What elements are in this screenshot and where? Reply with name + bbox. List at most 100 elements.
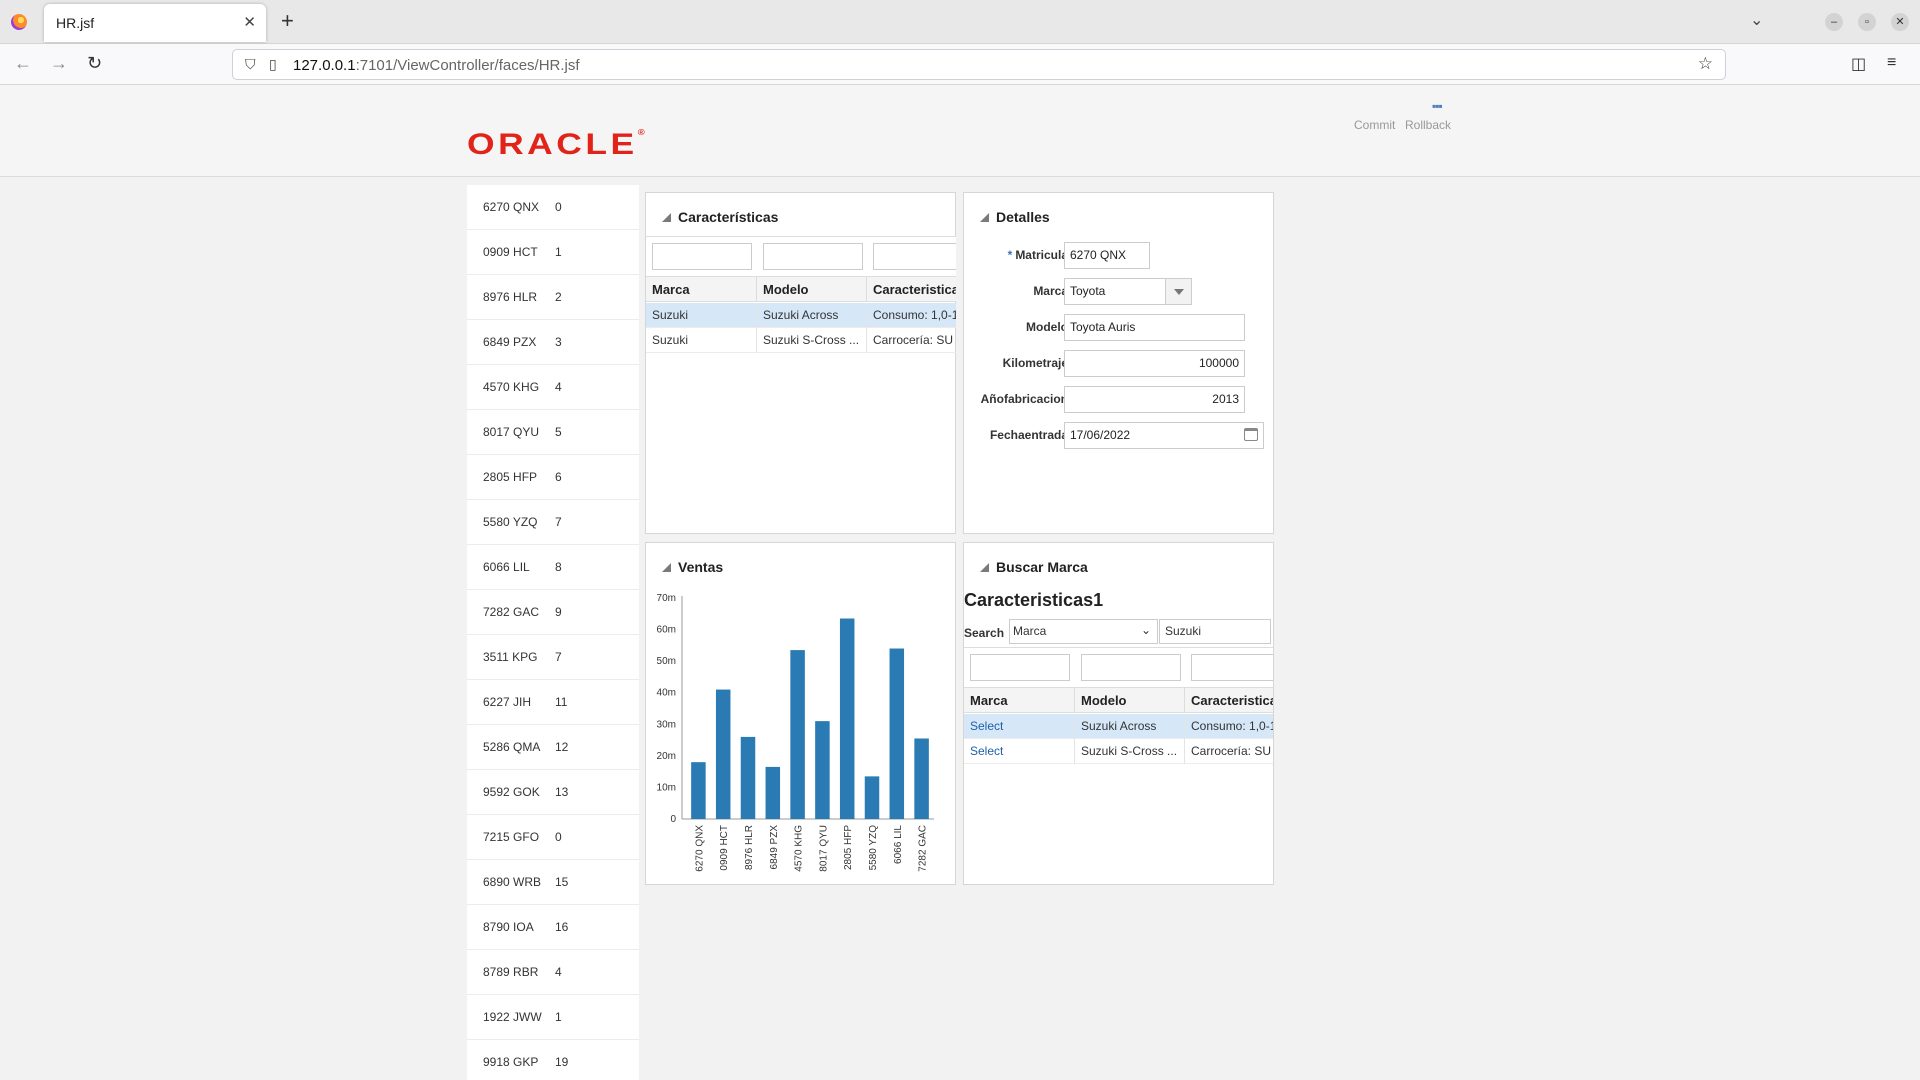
list-item-matricula: 7282 GAC	[483, 605, 540, 619]
cell-modelo: Suzuki S-Cross ...	[757, 328, 867, 353]
list-item[interactable]: 8976 HLR 2	[467, 275, 639, 320]
list-item[interactable]: 9918 GKP 19	[467, 1040, 639, 1080]
back-icon[interactable]: ←	[14, 53, 32, 74]
matricula-input[interactable]: 6270 QNX	[1064, 242, 1150, 269]
url-text[interactable]: 127.0.0.1:7101/ViewController/faces/HR.j…	[293, 57, 580, 74]
filter-marca-input[interactable]	[652, 243, 752, 270]
filter-modelo-input[interactable]	[763, 243, 863, 270]
tab-close-icon[interactable]: ✕	[243, 13, 256, 31]
list-item[interactable]: 8789 RBR 4	[467, 950, 639, 995]
list-item[interactable]: 5286 QMA 12	[467, 725, 639, 770]
page-info-icon[interactable]: ▯	[269, 56, 277, 73]
caracteristicas-title[interactable]: Características	[662, 209, 778, 225]
pocket-icon[interactable]: ◫	[1851, 54, 1866, 74]
list-item[interactable]: 3511 KPG 7	[467, 635, 639, 680]
column-header-caracteristica[interactable]: Caracteristica	[867, 277, 956, 302]
bar[interactable]	[889, 648, 905, 819]
table-row[interactable]: Suzuki Suzuki Across Consumo: 1,0-1	[646, 303, 956, 328]
ventas-panel: Ventas 0 10m 20m 30m 40m 50m 60m 70m 6270 QNX 090…	[645, 542, 956, 885]
select-link[interactable]: Select	[964, 739, 1075, 764]
table-row[interactable]: Select Suzuki Across Consumo: 1,0-1	[964, 714, 1273, 739]
bar[interactable]	[691, 762, 706, 819]
list-item[interactable]: 8790 IOA 16	[467, 905, 639, 950]
table-row[interactable]: Select Suzuki S-Cross ... Carrocería: SU	[964, 739, 1273, 764]
detalles-title[interactable]: Detalles	[980, 209, 1050, 225]
list-item[interactable]: 0909 HCT 1	[467, 230, 639, 275]
filter-caracteristica-input[interactable]	[873, 243, 956, 270]
calendar-icon[interactable]	[1244, 428, 1258, 441]
close-window-icon[interactable]: ✕	[1891, 13, 1909, 31]
restore-icon[interactable]: ▫	[1858, 13, 1876, 31]
y-tick-label: 40m	[657, 688, 676, 699]
column-header-modelo[interactable]: Modelo	[757, 277, 867, 302]
reload-icon[interactable]: ↻	[87, 53, 102, 74]
bar[interactable]	[914, 738, 929, 819]
anio-fabricacion-input[interactable]: 2013	[1064, 386, 1245, 413]
browser-tab[interactable]: HR.jsf ✕	[44, 4, 266, 42]
column-header-modelo[interactable]: Modelo	[1075, 688, 1185, 713]
bar[interactable]	[839, 618, 855, 819]
rollback-button[interactable]: Rollback	[1405, 118, 1451, 132]
list-item[interactable]: 7282 GAC 9	[467, 590, 639, 635]
cell-marca: Suzuki	[646, 328, 757, 353]
bar[interactable]	[715, 689, 731, 819]
list-item-matricula: 7215 GFO	[483, 830, 540, 844]
search-input[interactable]: Suzuki	[1159, 619, 1271, 644]
bookmark-star-icon[interactable]: ☆	[1698, 54, 1713, 74]
list-item[interactable]: 6066 LIL 8	[467, 545, 639, 590]
bar[interactable]	[815, 721, 830, 819]
list-item[interactable]: 5580 YZQ 7	[467, 500, 639, 545]
filter-modelo-input[interactable]	[1081, 654, 1181, 681]
more-options-icon[interactable]: ▪▪▪	[1432, 99, 1443, 113]
commit-button[interactable]: Commit	[1354, 118, 1395, 132]
list-item[interactable]: 6849 PZX 3	[467, 320, 639, 365]
collapse-triangle-icon[interactable]	[980, 563, 989, 572]
fecha-entrada-input[interactable]: 17/06/2022	[1064, 422, 1264, 449]
bar[interactable]	[765, 766, 781, 819]
menu-icon[interactable]: ≡	[1887, 54, 1896, 72]
minimize-icon[interactable]: –	[1825, 13, 1843, 31]
buscar-marca-title[interactable]: Buscar Marca	[980, 559, 1088, 575]
modelo-label: Modelo	[1026, 320, 1068, 334]
anio-fabricacion-label: Añofabricacion	[980, 392, 1068, 406]
matricula-label: * Matricula	[1007, 248, 1068, 262]
y-tick-label: 20m	[657, 751, 676, 762]
list-item[interactable]: 4570 KHG 4	[467, 365, 639, 410]
new-tab-icon[interactable]: +	[281, 8, 294, 34]
marca-select[interactable]: Toyota	[1064, 278, 1192, 305]
bar[interactable]	[740, 736, 756, 819]
list-item[interactable]: 8017 QYU 5	[467, 410, 639, 455]
kilometraje-input[interactable]: 100000	[1064, 350, 1245, 377]
column-header-marca[interactable]: Marca	[964, 688, 1075, 713]
list-item[interactable]: 6227 JIH 11	[467, 680, 639, 725]
select-link[interactable]: Select	[964, 714, 1075, 739]
column-header-marca[interactable]: Marca	[646, 277, 757, 302]
table-row[interactable]: Suzuki Suzuki S-Cross ... Carrocería: SU	[646, 328, 956, 353]
forward-icon[interactable]: →	[50, 53, 68, 74]
filter-marca-input[interactable]	[970, 654, 1070, 681]
url-bar[interactable]: ⛉ ▯ 127.0.0.1:7101/ViewController/faces/…	[232, 49, 1726, 80]
list-item[interactable]: 7215 GFO 0	[467, 815, 639, 860]
shield-icon[interactable]: ⛉	[245, 56, 256, 73]
x-tick-label: 5580 YZQ	[868, 825, 879, 871]
caracteristicas1-heading: Caracteristicas1	[964, 590, 1104, 610]
chevron-down-icon[interactable]: ⌄	[1141, 619, 1151, 642]
tab-list-chevron-icon[interactable]: ⌄	[1750, 10, 1763, 30]
list-item[interactable]: 6890 WRB 15	[467, 860, 639, 905]
list-item[interactable]: 2805 HFP 6	[467, 455, 639, 500]
list-item[interactable]: 6270 QNX 0	[467, 185, 639, 230]
dropdown-arrow-icon[interactable]	[1165, 279, 1191, 304]
search-field-select[interactable]: Marca ⌄	[1009, 619, 1158, 644]
list-item[interactable]: 9592 GOK 13	[467, 770, 639, 815]
bar[interactable]	[864, 776, 880, 819]
bar[interactable]	[790, 650, 805, 819]
x-tick-label: 8976 HLR	[744, 825, 755, 870]
list-item[interactable]: 1922 JWW 1	[467, 995, 639, 1040]
list-item-number: 11	[555, 695, 568, 709]
collapse-triangle-icon[interactable]	[662, 213, 671, 222]
column-header-caracteristica[interactable]: Caracteristica	[1185, 688, 1273, 713]
x-tick-label: 4570 KHG	[794, 825, 805, 872]
collapse-triangle-icon[interactable]	[980, 213, 989, 222]
modelo-input[interactable]: Toyota Auris	[1064, 314, 1245, 341]
filter-caracteristica-input[interactable]	[1191, 654, 1273, 681]
